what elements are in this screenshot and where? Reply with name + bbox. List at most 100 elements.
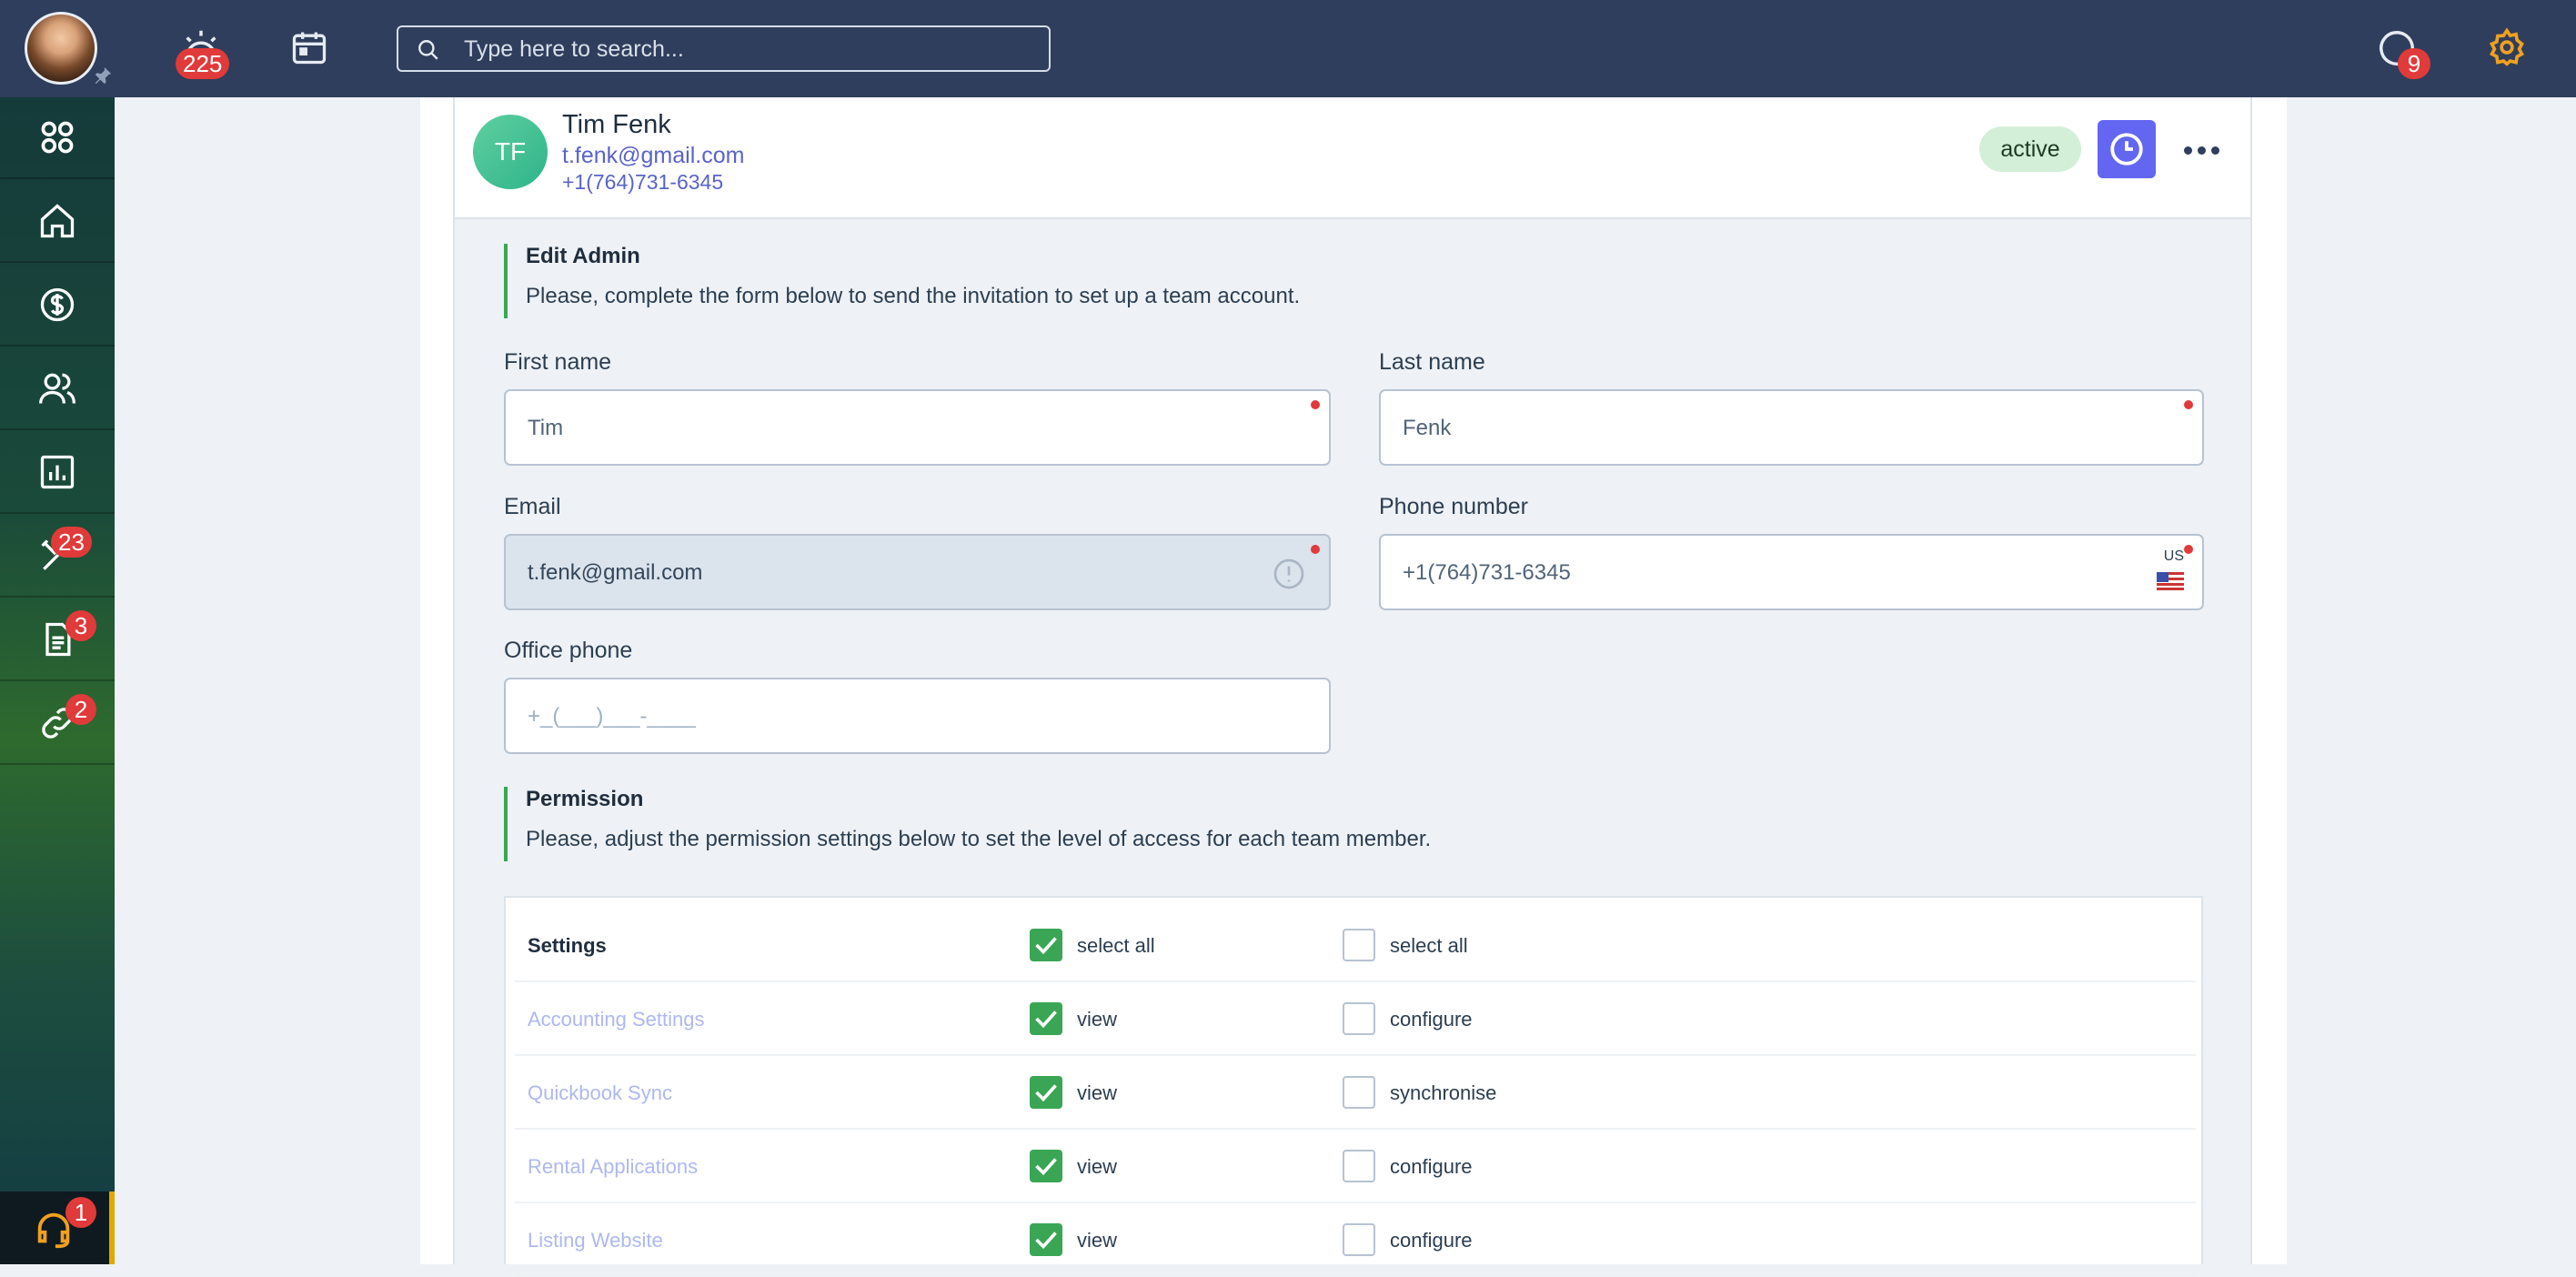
- select-all-view-checkbox[interactable]: [1030, 929, 1062, 961]
- user-name: Tim Fenk: [562, 110, 671, 139]
- users-icon: [39, 373, 75, 404]
- email-label: Email: [504, 494, 561, 519]
- country-code[interactable]: US: [2164, 548, 2184, 565]
- row-name: Rental Applications: [528, 1155, 699, 1178]
- view-checkbox[interactable]: [1030, 1002, 1062, 1035]
- view-checkbox[interactable]: [1030, 1076, 1062, 1109]
- check-icon: [1035, 1232, 1057, 1250]
- first-name-field[interactable]: [504, 389, 1331, 466]
- sidebar-badge-maintenance: 23: [51, 527, 92, 558]
- user-phone-link[interactable]: +1(764)731-6345: [562, 170, 723, 195]
- status-badge: active: [1979, 126, 2081, 172]
- row-name: Accounting Settings: [528, 1008, 705, 1031]
- messages-badge: 9: [2398, 48, 2430, 79]
- checkbox-label: synchronise: [1390, 1081, 1497, 1104]
- admin-card: TF Tim Fenk t.fenk@gmail.com +1(764)731-…: [453, 97, 2252, 1277]
- check-icon: [1035, 1084, 1057, 1102]
- email-field: [504, 534, 1331, 610]
- required-indicator: [1311, 545, 1320, 554]
- required-indicator: [2184, 400, 2193, 409]
- sidebar: 23 3 2 1: [0, 97, 115, 1264]
- sidebar-item-documents[interactable]: 3: [0, 599, 115, 681]
- office-phone-label: Office phone: [504, 638, 633, 663]
- sidebar-item-users[interactable]: [0, 348, 115, 430]
- top-bar: 225 9: [0, 0, 2576, 97]
- calendar-icon[interactable]: [289, 27, 329, 67]
- table-row: Settings select all select all: [515, 909, 2196, 982]
- user-email-link[interactable]: t.fenk@gmail.com: [562, 143, 744, 169]
- sidebar-item-support[interactable]: 1: [0, 1192, 115, 1264]
- phone-label: Phone number: [1379, 494, 1529, 519]
- search-box[interactable]: [397, 25, 1051, 72]
- apps-icon: [41, 121, 74, 154]
- configure-checkbox[interactable]: [1343, 1223, 1375, 1256]
- profile-header: TF Tim Fenk t.fenk@gmail.com +1(764)731-…: [455, 97, 2250, 219]
- more-dot-icon: [2183, 146, 2192, 155]
- view-checkbox[interactable]: [1030, 1223, 1062, 1256]
- row-name: Listing Website: [528, 1229, 663, 1252]
- gear-icon[interactable]: [2487, 27, 2527, 67]
- sidebar-item-home[interactable]: [0, 181, 115, 263]
- required-indicator: [1311, 400, 1320, 409]
- us-flag-icon[interactable]: [2157, 572, 2184, 590]
- configure-checkbox[interactable]: [1343, 1002, 1375, 1035]
- user-avatar[interactable]: [25, 12, 97, 85]
- sidebar-badge-documents: 3: [65, 610, 96, 641]
- row-name: Quickbook Sync: [528, 1081, 672, 1104]
- checkbox-label: view: [1077, 1229, 1118, 1252]
- sidebar-item-apps[interactable]: [0, 97, 115, 179]
- email-input: [526, 558, 1184, 588]
- support-badge: 1: [65, 1197, 96, 1228]
- info-icon: [1273, 558, 1304, 589]
- phone-field[interactable]: US: [1379, 534, 2204, 610]
- select-all-configure-checkbox[interactable]: [1343, 929, 1375, 961]
- checkbox-label: configure: [1390, 1229, 1473, 1252]
- sidebar-badge-links: 2: [65, 694, 96, 725]
- search-input[interactable]: [462, 33, 1026, 65]
- synchronise-checkbox[interactable]: [1343, 1076, 1375, 1109]
- section-title: Permission: [526, 787, 644, 811]
- clock-icon: [2110, 133, 2143, 166]
- checkbox-label: view: [1077, 1155, 1118, 1178]
- last-name-label: Last name: [1379, 349, 1485, 375]
- permission-section: Permission Please, adjust the permission…: [504, 787, 1431, 861]
- dollar-icon: [40, 287, 75, 322]
- pin-icon[interactable]: [93, 65, 113, 85]
- check-icon: [1035, 1011, 1057, 1029]
- checkbox-label: view: [1077, 1008, 1118, 1031]
- last-name-input[interactable]: [1401, 413, 2058, 444]
- section-description: Please, complete the form below to send …: [526, 284, 1301, 308]
- table-row: Quickbook Sync view synchronise: [515, 1056, 2196, 1130]
- checkbox-label: view: [1077, 1081, 1118, 1104]
- table-row: Listing Website view configure: [515, 1203, 2196, 1277]
- check-icon: [1035, 1158, 1057, 1176]
- sidebar-item-finance[interactable]: [0, 265, 115, 347]
- sidebar-item-links[interactable]: 2: [0, 683, 115, 765]
- history-button[interactable]: [2098, 120, 2156, 178]
- more-options-button[interactable]: [2179, 132, 2223, 168]
- edit-admin-section: Edit Admin Please, complete the form bel…: [504, 244, 1300, 318]
- chart-icon: [40, 455, 75, 489]
- first-name-input[interactable]: [526, 413, 1184, 444]
- more-dot-icon: [2210, 146, 2219, 155]
- required-indicator: [2184, 545, 2193, 554]
- sidebar-item-maintenance[interactable]: 23: [0, 516, 115, 598]
- sidebar-item-reports[interactable]: [0, 432, 115, 514]
- phone-input[interactable]: [1401, 558, 2058, 588]
- office-phone-field[interactable]: [504, 678, 1331, 754]
- checkbox-label: select all: [1390, 934, 1468, 957]
- checkbox-label: configure: [1390, 1155, 1473, 1178]
- more-dot-icon: [2197, 146, 2206, 155]
- initials-avatar: TF: [473, 115, 548, 189]
- home-icon: [40, 204, 75, 238]
- first-name-label: First name: [504, 349, 612, 375]
- office-phone-input[interactable]: [526, 701, 1184, 732]
- permissions-table: Settings select all select all Accountin…: [504, 896, 2203, 1277]
- checkbox-label: configure: [1390, 1008, 1473, 1031]
- view-checkbox[interactable]: [1030, 1150, 1062, 1182]
- tasks-badge: 225: [176, 48, 230, 79]
- last-name-field[interactable]: [1379, 389, 2204, 466]
- table-row: Rental Applications view configure: [515, 1130, 2196, 1203]
- checkbox-label: select all: [1077, 934, 1155, 957]
- configure-checkbox[interactable]: [1343, 1150, 1375, 1182]
